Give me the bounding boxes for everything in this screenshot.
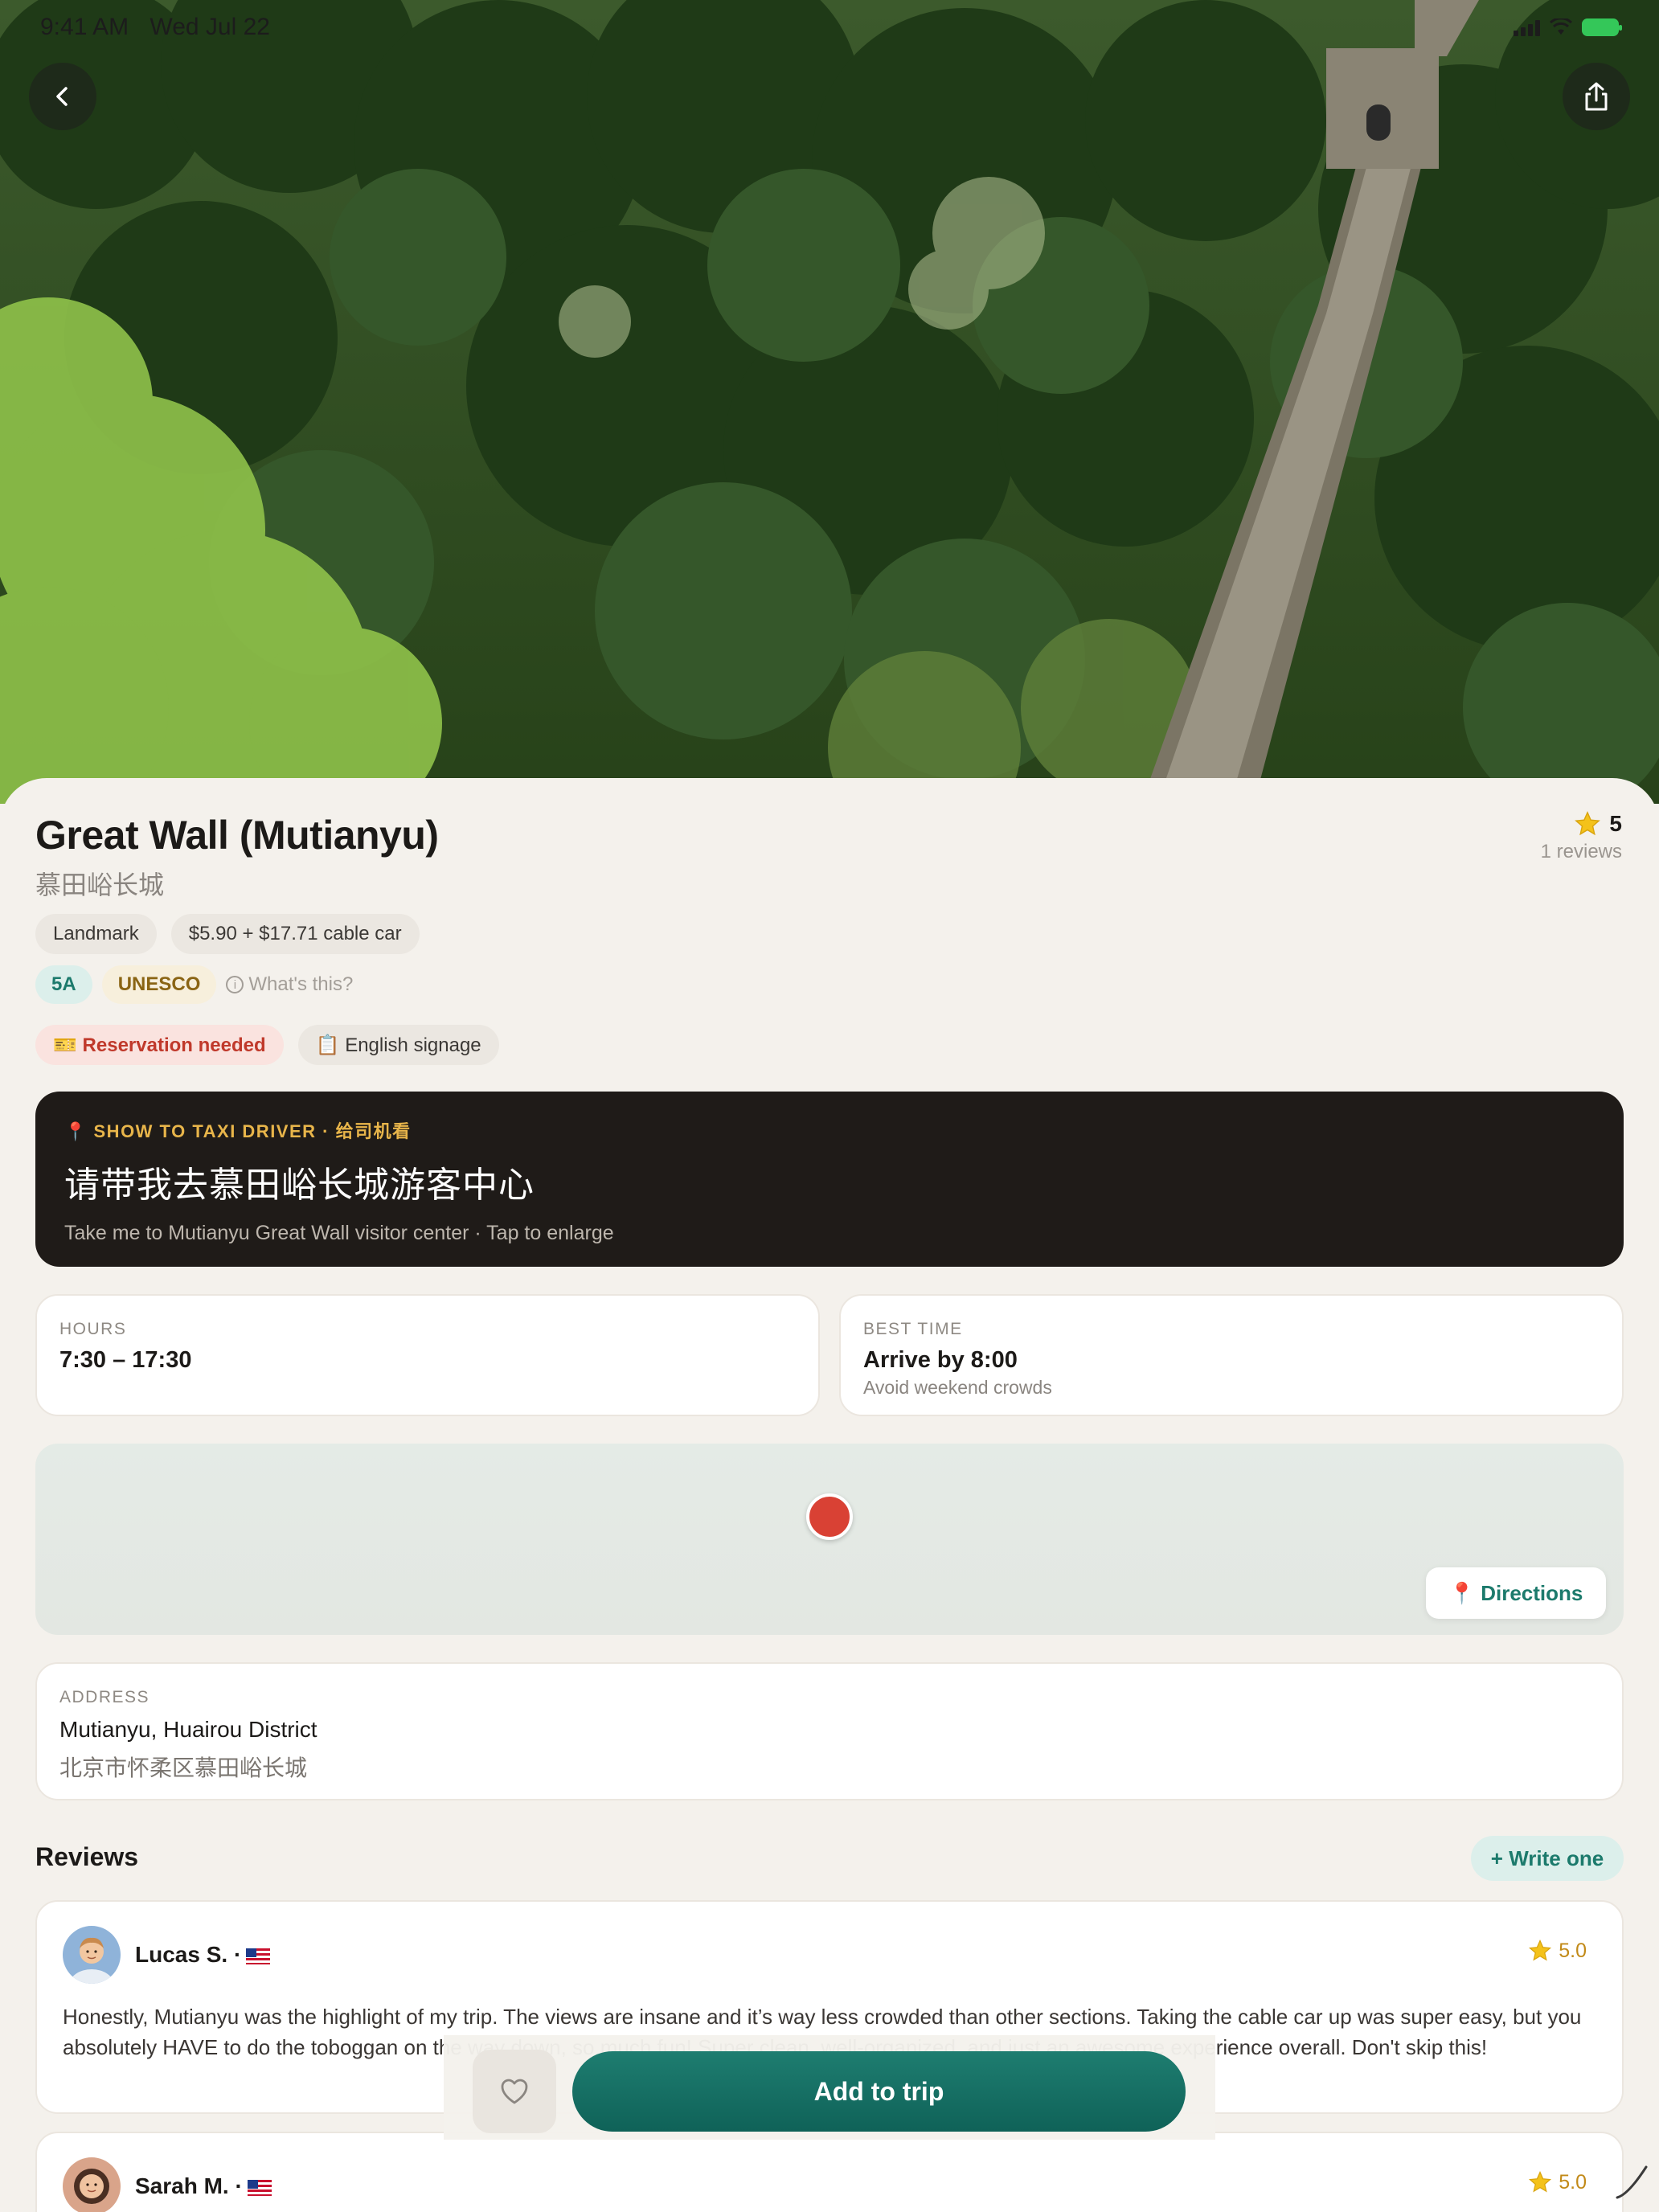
status-bar: 9:41 AM Wed Jul 22 xyxy=(40,11,1622,43)
best-time-note: Avoid weekend crowds xyxy=(863,1377,1052,1398)
place-title: Great Wall (Mutianyu) xyxy=(35,813,439,858)
reviewer-name: Lucas S. · xyxy=(135,1942,271,1968)
hours-label: HOURS xyxy=(59,1320,127,1338)
grade-badge: 5A xyxy=(35,965,92,1004)
hero-photo xyxy=(0,0,1659,804)
review-header: Lucas S. · xyxy=(63,1926,1596,1984)
us-flag-icon xyxy=(246,1948,271,1964)
pencil-indicator-icon xyxy=(1616,2165,1648,2199)
review-rating-value: 5.0 xyxy=(1559,2170,1587,2194)
hours-card: HOURS 7:30 – 17:30 xyxy=(35,1294,820,1416)
chevron-left-icon xyxy=(56,87,68,106)
info-chips: Landmark $5.90 + $17.71 cable car xyxy=(35,914,420,954)
badge-chips: 5A UNESCO i What's this? xyxy=(35,965,353,1004)
rating-value: 5 xyxy=(1609,811,1622,836)
reviewer-name: Sarah M. · xyxy=(135,2173,272,2199)
address-label: ADDRESS xyxy=(59,1688,150,1706)
hours-value: 7:30 – 17:30 xyxy=(59,1347,192,1373)
overall-rating: 5 1 reviews xyxy=(1541,810,1622,863)
whats-this-link[interactable]: i What's this? xyxy=(226,973,353,996)
best-time-value: Arrive by 8:00 xyxy=(863,1347,1018,1373)
battery-icon xyxy=(1582,18,1622,36)
category-chip: Landmark xyxy=(35,914,157,954)
status-date: Wed Jul 22 xyxy=(150,14,270,40)
taxi-english-text: Take me to Mutianyu Great Wall visitor c… xyxy=(64,1222,614,1244)
star-icon xyxy=(1529,1939,1552,1961)
review-header: Sarah M. · xyxy=(63,2157,1596,2212)
address-card: ADDRESS Mutianyu, Huairou District 北京市怀柔… xyxy=(35,1662,1624,1800)
reviews-count: 1 reviews xyxy=(1540,841,1622,862)
favorite-button[interactable] xyxy=(473,2050,556,2133)
review-rating: 5.0 xyxy=(1528,1939,1587,1963)
star-icon xyxy=(1575,811,1601,836)
cellular-signal-icon xyxy=(1514,18,1540,36)
avatar xyxy=(63,2157,121,2212)
best-time-label: BEST TIME xyxy=(863,1320,963,1338)
place-subtitle-chinese: 慕田峪长城 xyxy=(35,870,165,899)
wifi-icon xyxy=(1550,18,1572,35)
address-line-chinese: 北京市怀柔区慕田峪长城 xyxy=(59,1755,308,1780)
heart-icon xyxy=(501,2079,528,2104)
star-icon xyxy=(1529,2170,1552,2193)
taxi-card[interactable]: 📍 SHOW TO TAXI DRIVER · 给司机看 请带我去慕田峪长城游客… xyxy=(35,1092,1624,1267)
unesco-badge: UNESCO xyxy=(101,965,217,1004)
review-rating-value: 5.0 xyxy=(1559,1939,1587,1962)
taxi-chinese-text: 请带我去慕田峪长城游客中心 xyxy=(64,1165,535,1205)
location-pin-icon xyxy=(806,1493,853,1540)
notice-chips: 🎫 Reservation needed 📋 English signage xyxy=(35,1025,499,1065)
price-chip: $5.90 + $17.71 cable car xyxy=(170,914,420,954)
share-button[interactable] xyxy=(1563,63,1630,130)
status-time: 9:41 AM xyxy=(40,14,129,40)
best-time-card: BEST TIME Arrive by 8:00 Avoid weekend c… xyxy=(839,1294,1624,1416)
taxi-label: 📍 SHOW TO TAXI DRIVER · 给司机看 xyxy=(64,1121,412,1141)
status-icons xyxy=(1514,18,1622,36)
add-to-trip-button[interactable]: Add to trip xyxy=(572,2051,1186,2132)
address-line-english: Mutianyu, Huairou District xyxy=(59,1717,317,1742)
back-button[interactable] xyxy=(29,63,96,130)
reviews-heading: Reviews xyxy=(35,1842,139,1871)
avatar xyxy=(63,1926,121,1984)
info-icon: i xyxy=(226,976,244,993)
review-rating: 5.0 xyxy=(1528,2170,1587,2194)
review-card: Sarah M. · 5.0 xyxy=(35,2132,1624,2212)
directions-button[interactable]: 📍 Directions xyxy=(1426,1567,1606,1619)
whats-this-label: What's this? xyxy=(248,973,354,995)
reservation-chip: 🎫 Reservation needed xyxy=(35,1025,284,1065)
write-review-button[interactable]: + Write one xyxy=(1471,1836,1624,1881)
signage-chip: 📋 English signage xyxy=(297,1025,499,1065)
us-flag-icon xyxy=(247,2179,272,2196)
share-icon xyxy=(1585,82,1608,111)
status-time-date: 9:41 AM Wed Jul 22 xyxy=(40,14,285,41)
